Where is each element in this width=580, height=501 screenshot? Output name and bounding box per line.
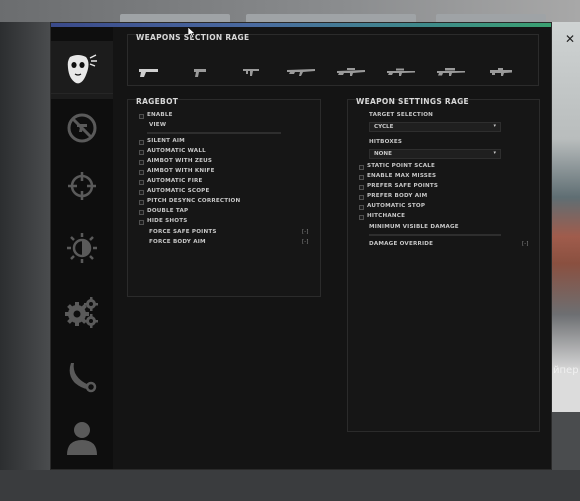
option-checkbox[interactable] (359, 165, 364, 170)
background-tab (436, 14, 546, 22)
option-checkbox[interactable] (359, 175, 364, 180)
option-label: AUTOMATIC FIRE (147, 178, 203, 184)
hitboxes-value: NONE (374, 151, 392, 157)
option-label: AIMBOT WITH KNIFE (147, 168, 215, 174)
option-checkbox[interactable] (139, 190, 144, 195)
option-label: PREFER SAFE POINTS (367, 183, 439, 189)
sidebar-item-ragebot[interactable] (51, 41, 113, 99)
target-selection-value: CYCLE (374, 124, 394, 130)
sidebar-item-antiaim[interactable] (51, 99, 113, 157)
user-icon (67, 422, 97, 455)
option-checkbox[interactable] (139, 220, 144, 225)
option-checkbox[interactable] (139, 140, 144, 145)
option-checkbox[interactable] (359, 215, 364, 220)
weapon-settings-title: WEAPON SETTINGS RAGE (356, 97, 469, 106)
mask-icon (67, 54, 97, 84)
option-label: DOUBLE TAP (147, 208, 189, 214)
option-label: HIDE SHOTS (147, 218, 188, 224)
accent-bar (51, 23, 551, 27)
option-checkbox[interactable] (139, 210, 144, 215)
hitboxes-dropdown[interactable]: NONE ▾ (369, 149, 501, 159)
sidebar-divider (51, 93, 113, 94)
weapons-section-panel: WEAPONS SECTION RAGE (127, 33, 539, 86)
keybind-button[interactable]: [-] (302, 229, 308, 235)
smg-icon[interactable] (236, 65, 266, 79)
option-checkbox[interactable] (139, 180, 144, 185)
option-checkbox[interactable] (139, 200, 144, 205)
option-label: SILENT AIM (147, 138, 185, 144)
min-damage-slider[interactable] (369, 234, 501, 236)
target-selection-dropdown[interactable]: CYCLE ▾ (369, 122, 501, 132)
auto-sniper-icon[interactable] (336, 65, 366, 79)
option-checkbox[interactable] (359, 205, 364, 210)
keybind-button[interactable]: [-] (522, 241, 528, 247)
contrast-icon (67, 233, 97, 263)
target-selection-label: TARGET SELECTION (369, 112, 434, 118)
ragebot-panel: RAGEBOT ENABLE VIEW SILENT AIM AUTOMATIC… (127, 97, 321, 297)
option-checkbox[interactable] (359, 185, 364, 190)
pistol-icon[interactable] (186, 65, 216, 79)
heavy-icon[interactable] (486, 65, 516, 79)
sidebar-item-misc[interactable] (51, 283, 113, 341)
mouse-cursor-icon (188, 27, 196, 38)
option-checkbox[interactable] (139, 150, 144, 155)
option-label: PREFER BODY AIM (367, 193, 428, 199)
enable-label: ENABLE (147, 112, 173, 118)
weapon-settings-panel: WEAPON SETTINGS RAGE TARGET SELECTION CY… (347, 97, 540, 432)
rifle-icon[interactable] (286, 65, 316, 79)
hitboxes-label: HITBOXES (369, 139, 403, 145)
scout-icon[interactable] (386, 65, 416, 79)
background-tab (120, 14, 230, 22)
keybind-button[interactable]: [-] (302, 239, 308, 245)
view-label: VIEW (149, 122, 167, 128)
option-checkbox[interactable] (359, 195, 364, 200)
option-label: AUTOMATIC SCOPE (147, 188, 210, 194)
close-icon[interactable]: ✕ (565, 33, 577, 45)
background-text: йпер (553, 365, 579, 376)
background-left (0, 22, 50, 472)
option-label: AIMBOT WITH ZEUS (147, 158, 213, 164)
sidebar (51, 27, 113, 469)
enable-checkbox[interactable] (139, 114, 144, 119)
option-label: HITCHANCE (367, 213, 406, 219)
option-label: ENABLE MAX MISSES (367, 173, 437, 179)
sidebar-item-legitbot[interactable] (51, 157, 113, 215)
damage-override-label: DAMAGE OVERRIDE (369, 241, 434, 247)
background-bottom (0, 470, 580, 501)
min-damage-label: MINIMUM VISIBLE DAMAGE (369, 224, 459, 230)
keybind-label: FORCE BODY AIM (149, 239, 206, 245)
keybind-label: FORCE SAFE POINTS (149, 229, 217, 235)
knife-icon (69, 363, 97, 393)
sidebar-item-skins[interactable] (51, 347, 113, 405)
option-checkbox[interactable] (139, 170, 144, 175)
sidebar-item-visuals[interactable] (51, 219, 113, 277)
option-label: AUTOMATIC WALL (147, 148, 206, 154)
deagle-icon[interactable] (136, 65, 166, 79)
option-label: STATIC POINT SCALE (367, 163, 436, 169)
crosshair-icon (68, 172, 96, 200)
menu-window: WEAPONS SECTION RAGE RAGEBOT ENABLE VIEW… (50, 22, 552, 470)
ragebot-title: RAGEBOT (136, 97, 179, 106)
option-label: AUTOMATIC STOP (367, 203, 426, 209)
no-shoot-icon (67, 113, 97, 143)
awp-icon[interactable] (436, 65, 466, 79)
view-slider[interactable] (147, 132, 281, 134)
option-checkbox[interactable] (139, 160, 144, 165)
chevron-down-icon: ▾ (493, 150, 496, 156)
gears-icon (65, 297, 98, 328)
background-right-scene (552, 22, 580, 412)
chevron-down-icon: ▾ (493, 123, 496, 129)
sidebar-item-profile[interactable] (51, 409, 113, 467)
background-tab (246, 14, 416, 22)
option-label: PITCH DESYNC CORRECTION (147, 198, 241, 204)
